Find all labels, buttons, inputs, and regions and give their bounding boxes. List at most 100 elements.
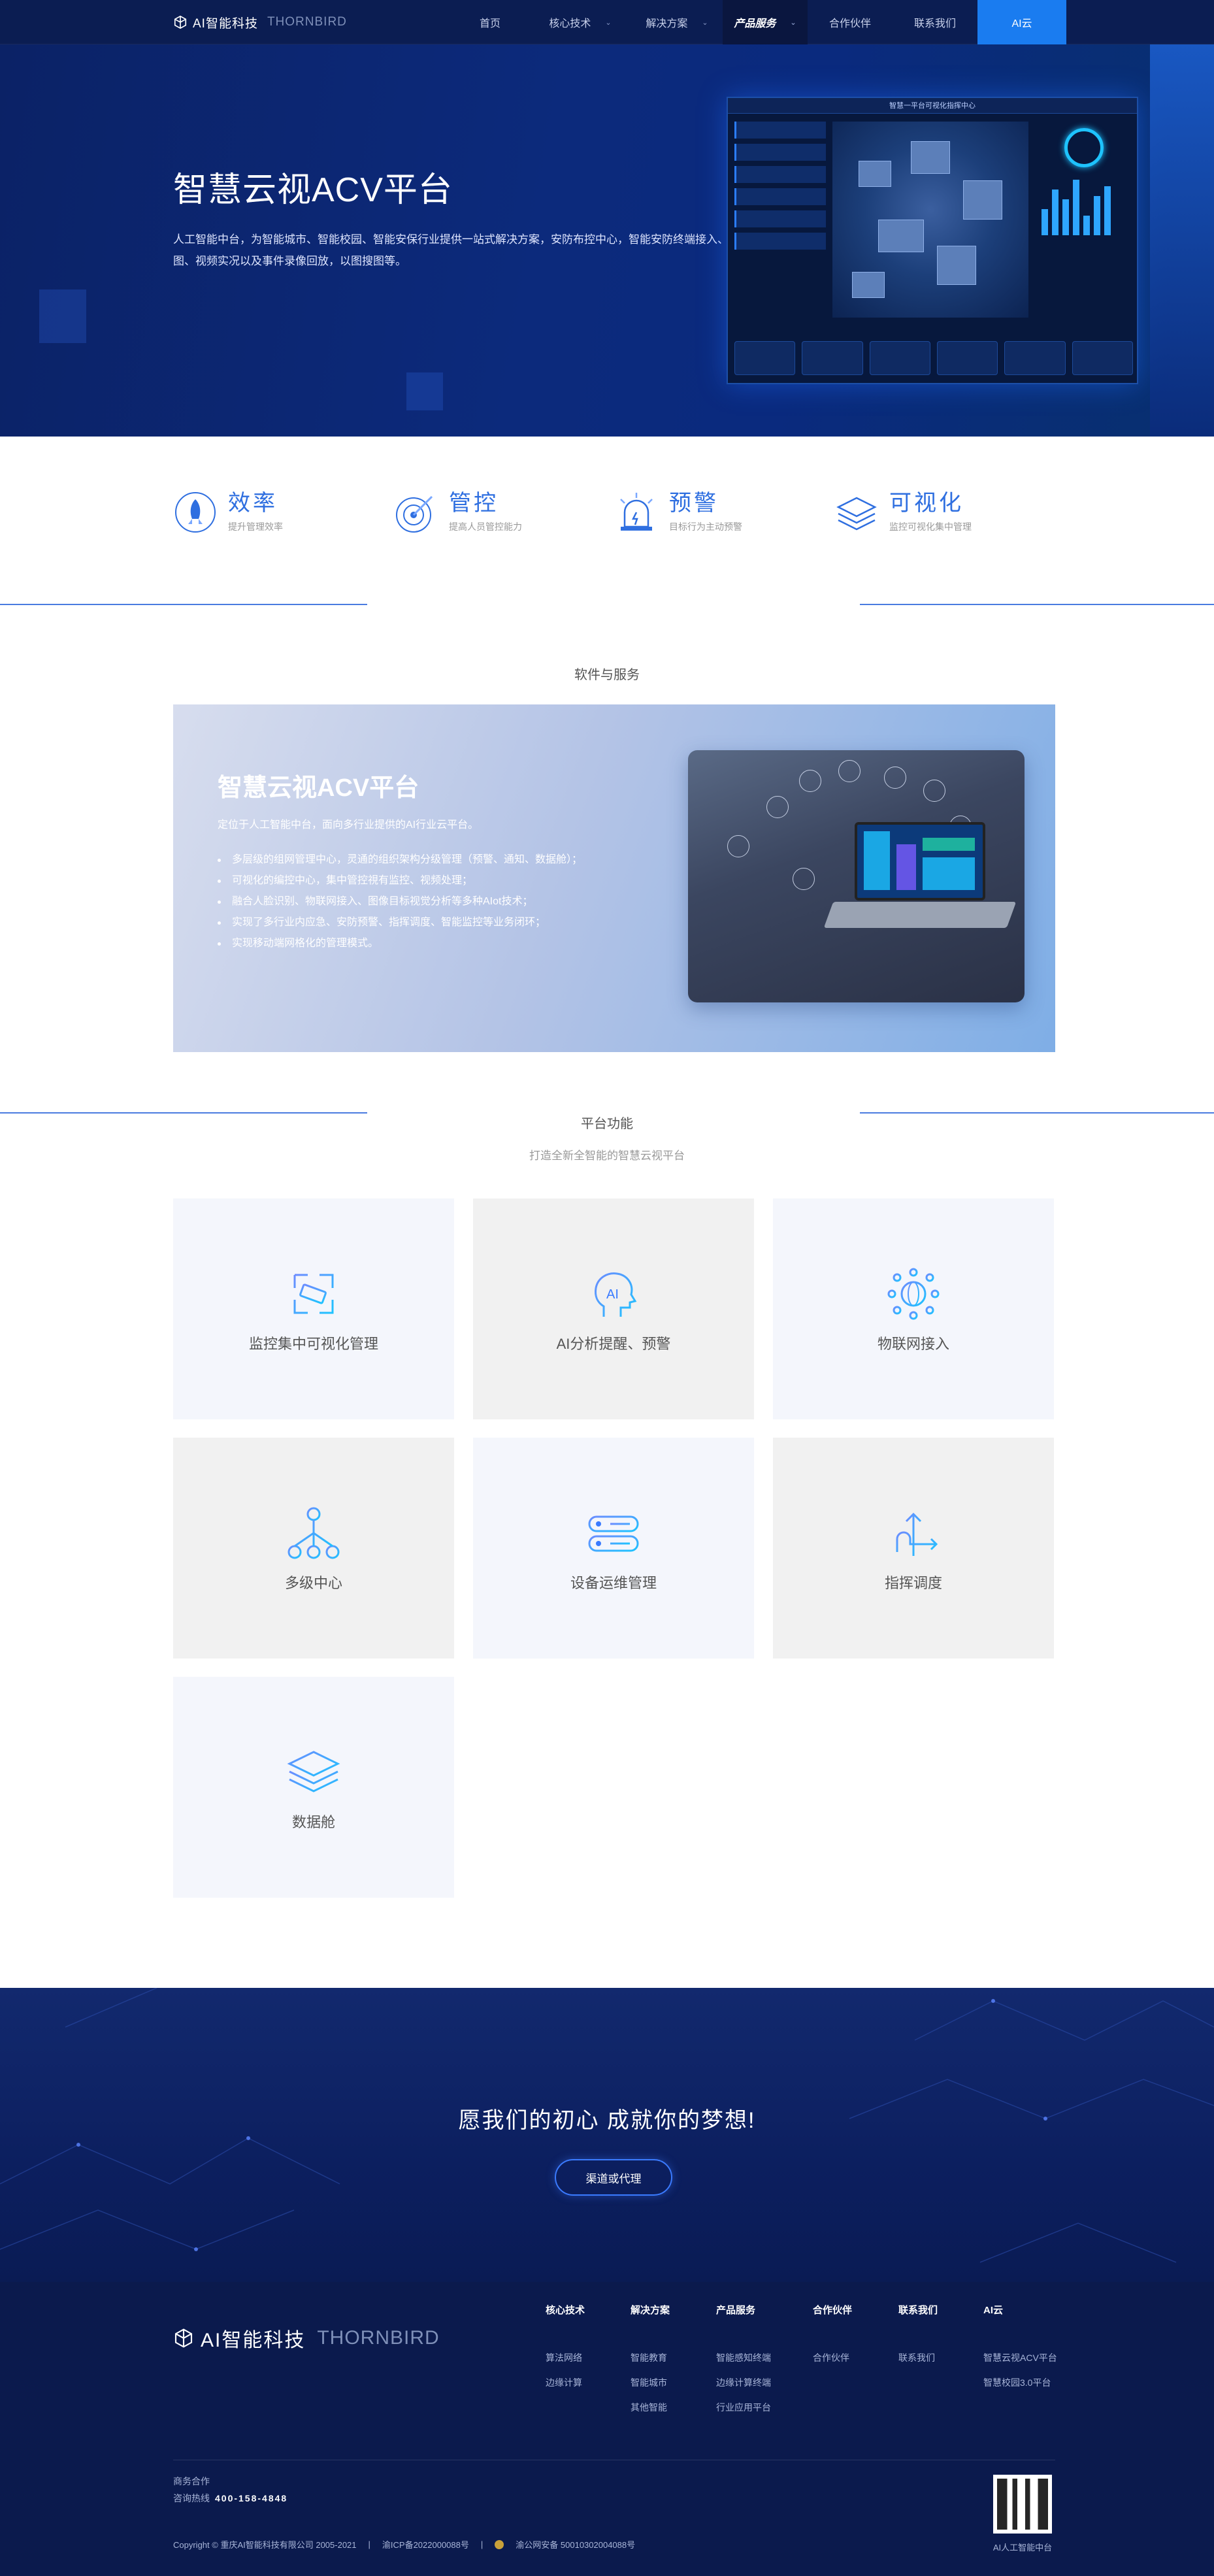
server-icon [588,1515,639,1552]
footer-link[interactable]: 其他智能 [631,2395,670,2420]
dashboard-bottom-bar [734,341,1133,375]
svg-text:AI: AI [606,1287,619,1302]
hierarchy-icon [287,1507,340,1559]
site-logo[interactable]: AI智能科技 THORNBIRD [173,13,347,31]
laptop-screen [855,822,985,900]
nav-item-6[interactable]: AI云 [977,0,1066,44]
footer-link[interactable]: 行业应用平台 [716,2395,771,2420]
feature-efficiency: 效率 提升管理效率 [173,490,283,549]
nav-item-3[interactable]: 产品服务 ⌄ [723,0,808,44]
laptop-illustration [688,750,1025,1002]
feature-subtitle: 目标行为主动预警 [669,521,742,532]
footer-link[interactable]: 边缘计算终端 [716,2370,771,2395]
gauge-ring [1064,128,1104,167]
feature-warning: 预警目标行为主动预警 [614,490,742,549]
tile-monitor[interactable]: 监控集中可视化管理 [173,1198,454,1419]
footer-column-head: 合作伙伴 [813,2305,853,2316]
monitor-camera-icon [293,1274,334,1314]
nav-item-label: AI云 [1011,18,1032,29]
city-skyline-deco [1150,44,1214,437]
network-pattern-deco [0,1988,1214,2263]
iot-globe-icon [887,1268,940,1320]
banner-slogan: 愿我们的初心 成就你的梦想! [458,2108,756,2133]
section-label-platform: 平台功能 [581,1117,633,1131]
footer-copyright: Copyright © 重庆AI智能科技有限公司 2005-2021 | 渝IC… [173,2538,636,2551]
footer-column: 核心技术 算法网络 边缘计算 [546,2303,585,2395]
tile-data-cabin[interactable]: 数据舱 [173,1677,454,1898]
divider-line [0,604,367,605]
tile-label: AI分析提醒、预警 [556,1336,671,1352]
site-footer: AI智能科技 THORNBIRD 核心技术 算法网络 边缘计算 解决方案 智能教育 智能城… [0,2282,1214,2576]
footer-column: 解决方案 智能教育 智能城市 其他智能 [631,2303,670,2420]
feature-visual: 可视化监控可视化集中管理 [834,490,972,549]
footer-link[interactable]: 智慧校园3.0平台 [983,2370,1057,2395]
logo-text-en: THORNBIRD [267,15,347,29]
alarm-light-icon [620,493,653,531]
nav-item-2[interactable]: 解决方案 ⌄ [631,0,723,44]
nav-item-label: 产品服务 [734,18,776,29]
target-icon [396,495,433,533]
nav-menu: 首页 核心技术 ⌄ 解决方案 ⌄ 产品服务 ⌄ 合作伙伴 联系我们 AI云 [451,0,1066,44]
chevron-down-icon: ⌄ [605,18,612,27]
dashboard-title: 智慧一平台可视化指挥中心 [728,98,1137,114]
laptop-base [823,902,1017,928]
feature-title: 管控 [449,491,499,516]
nav-item-4[interactable]: 合作伙伴 [808,0,893,44]
footer-column-head: 产品服务 [716,2305,756,2316]
footer-column: 合作伙伴 合作伙伴 [813,2303,852,2370]
divider-line [860,604,1214,605]
footer-link[interactable]: 智能城市 [631,2370,670,2395]
tile-multi-center[interactable]: 多级中心 [173,1438,454,1659]
hero-title: 智慧云视ACV平台 [173,171,453,209]
tile-dispatch[interactable]: 指挥调度 [773,1438,1054,1659]
tile-iot[interactable]: 物联网接入 [773,1198,1054,1419]
dashboard-list [734,122,826,291]
channel-agent-button[interactable]: 渠道或代理 [555,2159,672,2196]
logo-text-cn: AI智能科技 [193,16,258,31]
tile-device-ops[interactable]: 设备运维管理 [473,1438,754,1659]
copyright-text: Copyright © 重庆AI智能科技有限公司 2005-2021 [173,2540,357,2550]
feature-title: 可视化 [889,491,964,516]
footer-logo-en: THORNBIRD [317,2327,440,2349]
footer-link[interactable]: 算法网络 [546,2345,585,2370]
feature-title: 预警 [669,491,719,516]
nav-item-1[interactable]: 核心技术 ⌄ [529,0,631,44]
feature-subtitle: 提高人员管控能力 [449,521,522,532]
footer-column-head: AI云 [983,2305,1004,2316]
dashboard-illustration: 智慧一平台可视化指挥中心 [727,97,1138,384]
footer-link[interactable]: 联系我们 [898,2345,938,2370]
phone-label: 咨询热线 [173,2493,210,2503]
software-intro: 定位于人工智能中台，面向多行业提供的AI行业云平台。 [218,819,479,831]
nav-item-label: 联系我们 [913,18,956,29]
footer-logo[interactable]: AI智能科技 THORNBIRD [173,2324,440,2353]
feature-subtitle: 监控可视化集中管理 [889,521,972,532]
footer-link[interactable]: 边缘计算 [546,2370,585,2395]
software-card: 智慧云视ACV平台 定位于人工智能中台，面向多行业提供的AI行业云平台。 多层级… [173,704,1055,1052]
footer-link[interactable]: 智慧云视ACV平台 [983,2345,1057,2370]
chevron-down-icon: ⌄ [790,18,796,27]
footer-link[interactable]: 智能感知终端 [716,2345,771,2370]
police-record-link[interactable]: 渝公网安备 50010302004088号 [516,2538,635,2551]
footer-logo-cn: AI智能科技 [201,2330,306,2351]
list-item: 可视化的编控中心，集中管控視有监控、视频处理； [218,870,582,891]
tile-label: 物联网接入 [877,1336,949,1352]
nav-item-5[interactable]: 联系我们 [893,0,977,44]
cube-logo-icon [174,15,187,29]
feature-control: 管控提高人员管控能力 [394,490,522,549]
footer-link[interactable]: 合作伙伴 [813,2345,852,2370]
list-item: 实现移动端网格化的管理模式。 [218,933,582,954]
footer-column: 产品服务智能感知终端 边缘计算终端 行业应用平台 [716,2303,771,2420]
nav-item-0[interactable]: 首页 [451,0,529,44]
tile-label: 多级中心 [284,1575,342,1591]
phone-number: 400-158-4848 [215,2493,288,2503]
list-item: 实现了多行业内应急、安防预警、指挥调度、智能监控等业务闭环； [218,912,582,933]
data-stack-icon [287,1751,340,1792]
nav-item-label: 合作伙伴 [828,18,871,29]
tile-ai-analysis[interactable]: AI AI分析提醒、预警 [473,1198,754,1419]
icp-link[interactable]: 渝ICP备2022000088号 [382,2538,469,2551]
hero-description: 人工智能中台，为智能城市、智能校园、智能安保行业提供一站式解决方案，安防布控中心… [173,233,759,267]
footer-column-head: 联系我们 [898,2305,938,2316]
footer-column: 联系我们 联系我们 [898,2303,938,2370]
footer-link[interactable]: 智能教育 [631,2345,670,2370]
section-label-software: 软件与服务 [574,668,640,682]
